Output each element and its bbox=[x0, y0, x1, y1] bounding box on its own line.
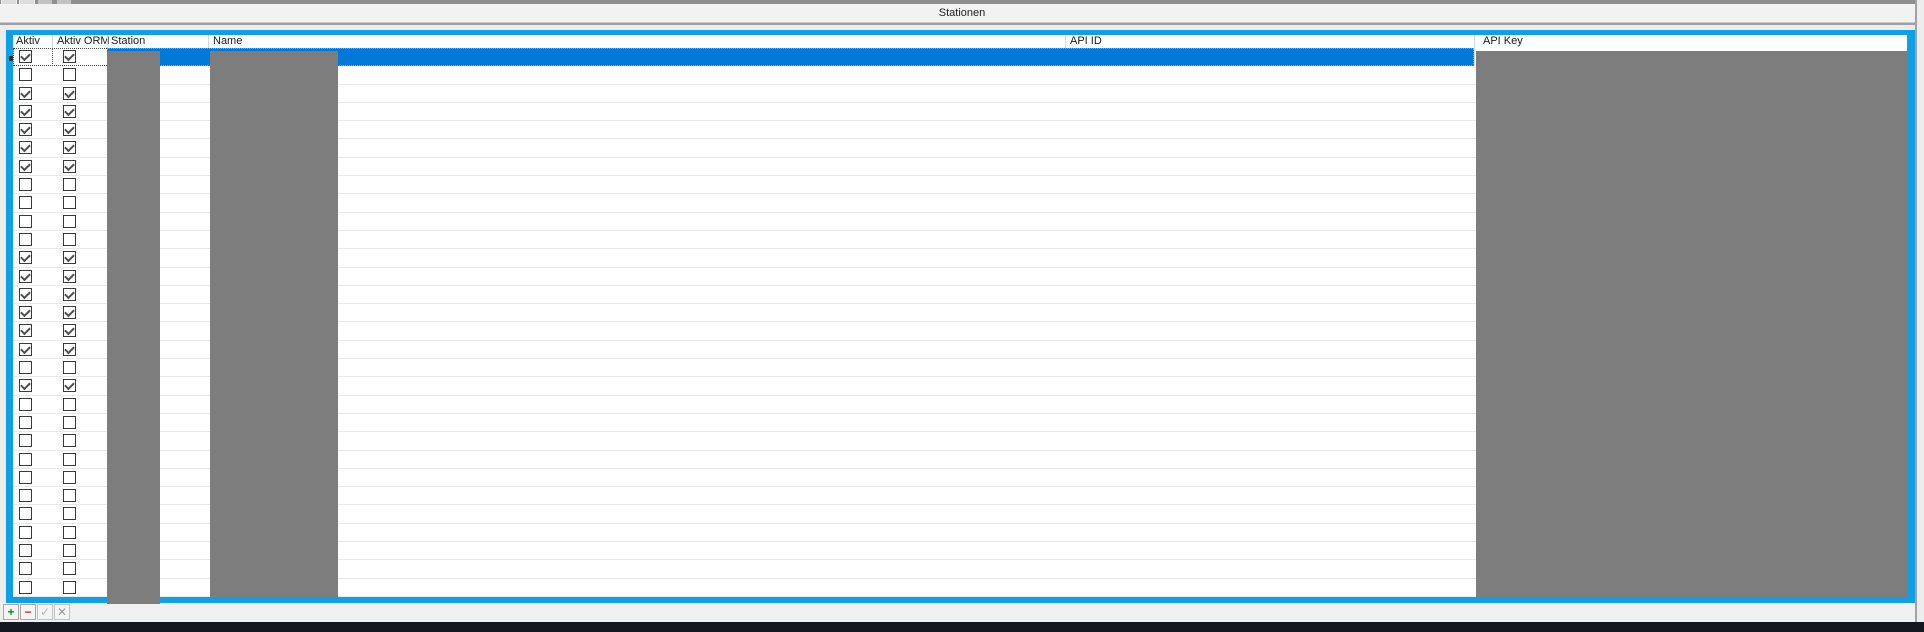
column-header-name[interactable]: Name bbox=[213, 35, 242, 48]
aktiv-checkbox[interactable] bbox=[19, 50, 32, 63]
aktiv-orm-checkbox[interactable] bbox=[63, 215, 76, 228]
aktiv-checkbox[interactable] bbox=[19, 416, 32, 429]
aktiv-orm-checkbox[interactable] bbox=[63, 324, 76, 337]
aktiv-checkbox[interactable] bbox=[19, 544, 32, 557]
panel-title: Stationen bbox=[0, 7, 1924, 19]
aktiv-orm-checkbox[interactable] bbox=[63, 123, 76, 136]
aktiv-checkbox[interactable] bbox=[19, 398, 32, 411]
aktiv-checkbox[interactable] bbox=[19, 178, 32, 191]
aktiv-orm-checkbox[interactable] bbox=[63, 379, 76, 392]
aktiv-checkbox[interactable] bbox=[19, 453, 32, 466]
aktiv-orm-checkbox[interactable] bbox=[63, 233, 76, 246]
aktiv-checkbox[interactable] bbox=[19, 251, 32, 264]
aktiv-checkbox[interactable] bbox=[19, 324, 32, 337]
aktiv-checkbox[interactable] bbox=[19, 68, 32, 81]
aktiv-checkbox[interactable] bbox=[19, 233, 32, 246]
aktiv-orm-checkbox[interactable] bbox=[63, 398, 76, 411]
redacted-name-values bbox=[210, 51, 338, 597]
aktiv-checkbox[interactable] bbox=[19, 343, 32, 356]
confirm-edit-button[interactable]: ✓ bbox=[37, 604, 53, 620]
redacted-station-values bbox=[107, 51, 160, 604]
aktiv-orm-checkbox[interactable] bbox=[63, 434, 76, 447]
cancel-edit-button[interactable]: ✕ bbox=[54, 604, 70, 620]
aktiv-checkbox[interactable] bbox=[19, 507, 32, 520]
aktiv-checkbox[interactable] bbox=[19, 489, 32, 502]
aktiv-orm-checkbox[interactable] bbox=[63, 141, 76, 154]
aktiv-checkbox[interactable] bbox=[19, 306, 32, 319]
redacted-api-key-values bbox=[1476, 51, 1907, 597]
aktiv-checkbox[interactable] bbox=[19, 379, 32, 392]
aktiv-checkbox[interactable] bbox=[19, 361, 32, 374]
add-row-button[interactable]: + bbox=[3, 604, 19, 620]
bottom-dark-bar bbox=[0, 622, 1924, 632]
group-header-bar: Stationen bbox=[0, 4, 1924, 23]
focused-cell-divider bbox=[52, 48, 53, 66]
column-header-api-key[interactable]: API Key bbox=[1483, 35, 1523, 48]
aktiv-orm-checkbox[interactable] bbox=[63, 196, 76, 209]
header-divider bbox=[0, 23, 1924, 25]
aktiv-orm-checkbox[interactable] bbox=[63, 68, 76, 81]
aktiv-orm-checkbox[interactable] bbox=[63, 507, 76, 520]
aktiv-checkbox[interactable] bbox=[19, 141, 32, 154]
current-row-marker-icon bbox=[9, 56, 13, 61]
app-window: Stationen Aktiv Aktiv ORM Station Name A… bbox=[0, 0, 1924, 632]
aktiv-orm-checkbox[interactable] bbox=[63, 105, 76, 118]
column-header-aktiv[interactable]: Aktiv bbox=[16, 35, 40, 48]
column-header-aktiv-orm[interactable]: Aktiv ORM bbox=[57, 35, 110, 48]
aktiv-orm-checkbox[interactable] bbox=[63, 471, 76, 484]
column-header-station[interactable]: Station bbox=[111, 35, 145, 48]
aktiv-orm-checkbox[interactable] bbox=[63, 270, 76, 283]
aktiv-checkbox[interactable] bbox=[19, 581, 32, 594]
aktiv-orm-checkbox[interactable] bbox=[63, 562, 76, 575]
aktiv-checkbox[interactable] bbox=[19, 105, 32, 118]
aktiv-orm-checkbox[interactable] bbox=[63, 416, 76, 429]
aktiv-orm-checkbox[interactable] bbox=[63, 306, 76, 319]
aktiv-orm-checkbox[interactable] bbox=[63, 50, 76, 63]
aktiv-orm-checkbox[interactable] bbox=[63, 178, 76, 191]
aktiv-orm-checkbox[interactable] bbox=[63, 489, 76, 502]
aktiv-checkbox[interactable] bbox=[19, 526, 32, 539]
aktiv-orm-checkbox[interactable] bbox=[63, 581, 76, 594]
delete-row-button[interactable]: − bbox=[20, 604, 36, 620]
aktiv-orm-checkbox[interactable] bbox=[63, 361, 76, 374]
aktiv-checkbox[interactable] bbox=[19, 87, 32, 100]
aktiv-orm-checkbox[interactable] bbox=[63, 160, 76, 173]
column-header-api-id[interactable]: API ID bbox=[1070, 35, 1102, 48]
aktiv-checkbox[interactable] bbox=[19, 123, 32, 136]
aktiv-orm-checkbox[interactable] bbox=[63, 87, 76, 100]
aktiv-checkbox[interactable] bbox=[19, 160, 32, 173]
aktiv-checkbox[interactable] bbox=[19, 270, 32, 283]
aktiv-checkbox[interactable] bbox=[19, 288, 32, 301]
aktiv-checkbox[interactable] bbox=[19, 471, 32, 484]
aktiv-checkbox[interactable] bbox=[19, 196, 32, 209]
aktiv-orm-checkbox[interactable] bbox=[63, 251, 76, 264]
grid-navigator-footer: + − ✓ ✕ bbox=[0, 603, 1924, 622]
aktiv-orm-checkbox[interactable] bbox=[63, 453, 76, 466]
aktiv-checkbox[interactable] bbox=[19, 562, 32, 575]
aktiv-checkbox[interactable] bbox=[19, 434, 32, 447]
window-right-margin bbox=[1917, 0, 1924, 622]
aktiv-orm-checkbox[interactable] bbox=[63, 343, 76, 356]
aktiv-checkbox[interactable] bbox=[19, 215, 32, 228]
aktiv-orm-checkbox[interactable] bbox=[63, 544, 76, 557]
aktiv-orm-checkbox[interactable] bbox=[63, 526, 76, 539]
aktiv-orm-checkbox[interactable] bbox=[63, 288, 76, 301]
